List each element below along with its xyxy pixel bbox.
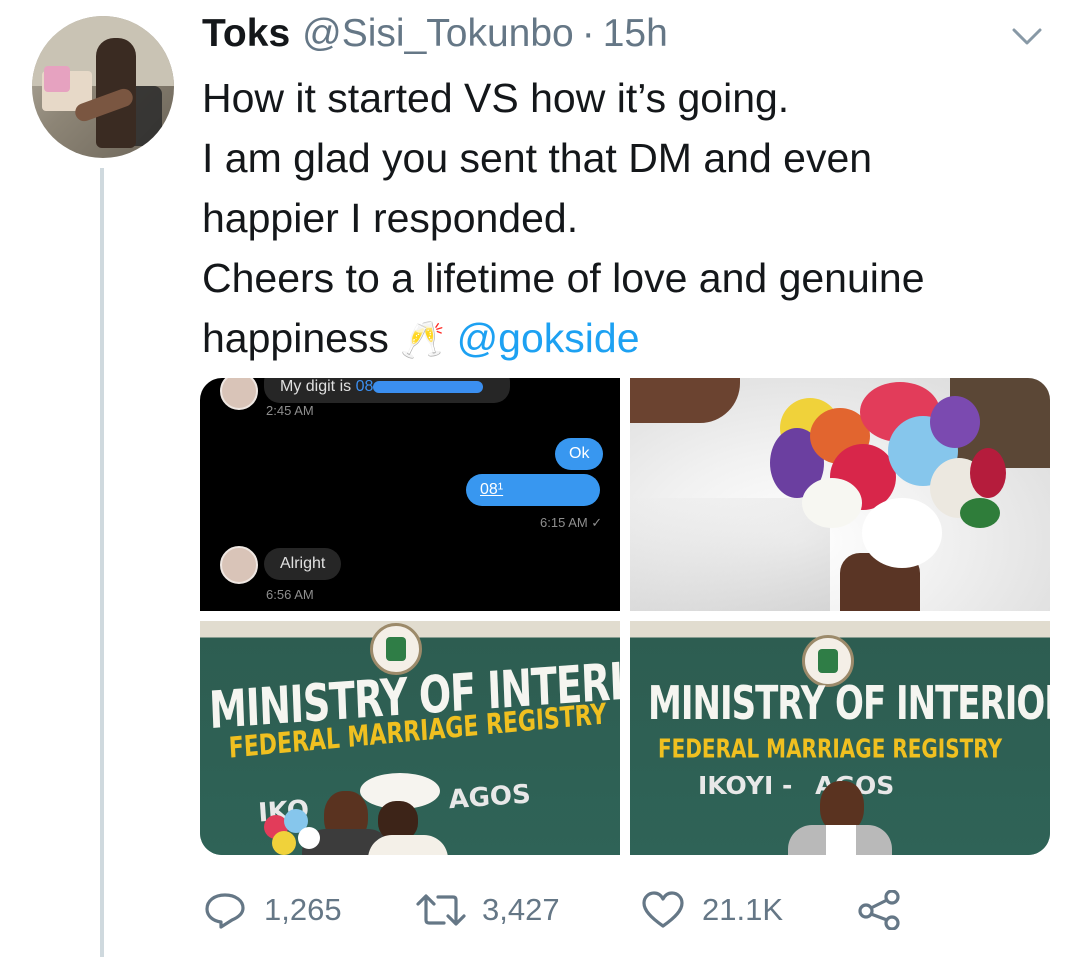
sign-location: IKOYI - AGOS xyxy=(698,771,894,800)
tweet-text-line: I am glad you sent that DM and even xyxy=(202,135,873,181)
chat-incoming-bubble: My digit is 08 xyxy=(264,378,510,403)
chat-outgoing-bubble: Ok xyxy=(555,438,604,470)
media-grid: My digit is 08 2:45 AM Ok 08¹ 6:15 AM ✓ … xyxy=(200,378,1050,855)
author-avatar[interactable] xyxy=(32,16,174,158)
retweet-icon xyxy=(416,894,466,926)
tweet-timestamp[interactable]: 15h xyxy=(603,12,668,56)
clinking-glasses-emoji: 🥂 xyxy=(400,320,446,361)
tweet-header: Toks @Sisi_Tokunbo · 15h xyxy=(202,12,668,62)
chevron-down-icon[interactable] xyxy=(1010,24,1044,48)
like-count: 21.1K xyxy=(702,892,784,927)
separator-dot: · xyxy=(581,12,595,55)
chat-incoming-bubble: Alright xyxy=(264,548,342,580)
retweet-count: 3,427 xyxy=(482,892,560,927)
thread-line xyxy=(100,168,104,957)
chat-message-text: My digit is xyxy=(280,378,356,395)
reply-button[interactable]: 1,265 xyxy=(202,888,342,932)
reply-count: 1,265 xyxy=(264,892,342,927)
chat-masked-number: 08 xyxy=(355,378,374,395)
chat-avatar xyxy=(220,378,258,410)
tweet-text-line: Cheers to a lifetime of love and genuine xyxy=(202,255,925,301)
chat-avatar xyxy=(220,546,258,584)
tweet-text-line: happier I responded. xyxy=(202,195,579,241)
reply-icon xyxy=(205,893,245,929)
sign-title: MINISTRY OF INTERIOR xyxy=(648,677,1050,731)
chat-masked-number: 08¹ xyxy=(480,481,504,498)
tweet-text-line: How it started VS how it’s going. xyxy=(202,75,790,121)
author-name[interactable]: Toks xyxy=(202,12,290,56)
tweet-text: How it started VS how it’s going. I am g… xyxy=(202,68,1052,371)
media-bouquet-photo[interactable] xyxy=(630,378,1050,611)
like-button[interactable]: 21.1K xyxy=(640,888,783,932)
tweet-text-fragment: happiness xyxy=(202,315,401,361)
chat-outgoing-bubble: 08¹ xyxy=(466,474,600,506)
chat-timestamp: 6:56 AM xyxy=(266,587,314,602)
media-registry-couple-photo[interactable]: MINISTRY OF INTERIOR FEDERAL MARRIAGE RE… xyxy=(200,621,620,855)
chat-message-text: Alright xyxy=(280,555,326,572)
media-chat-screenshot[interactable]: My digit is 08 2:45 AM Ok 08¹ 6:15 AM ✓ … xyxy=(200,378,620,611)
media-registry-groom-photo[interactable]: MINISTRY OF INTERIOR FEDERAL MARRIAGE RE… xyxy=(630,621,1050,855)
mention-link[interactable]: @gokside xyxy=(457,315,640,361)
share-button[interactable] xyxy=(858,888,902,932)
tweet-actions: 1,265 3,427 21.1K xyxy=(202,888,922,932)
sign-subtitle: FEDERAL MARRIAGE REGISTRY xyxy=(658,733,1003,765)
tweet-text-line: happiness 🥂 @gokside xyxy=(202,308,1052,371)
share-icon xyxy=(858,890,900,930)
chat-message-text: Ok xyxy=(569,445,590,462)
like-icon xyxy=(642,891,684,928)
retweet-button[interactable]: 3,427 xyxy=(416,888,560,932)
author-handle[interactable]: @Sisi_Tokunbo xyxy=(302,12,574,56)
chat-timestamp: 6:15 AM ✓ xyxy=(540,515,603,530)
chat-timestamp: 2:45 AM xyxy=(266,403,314,418)
